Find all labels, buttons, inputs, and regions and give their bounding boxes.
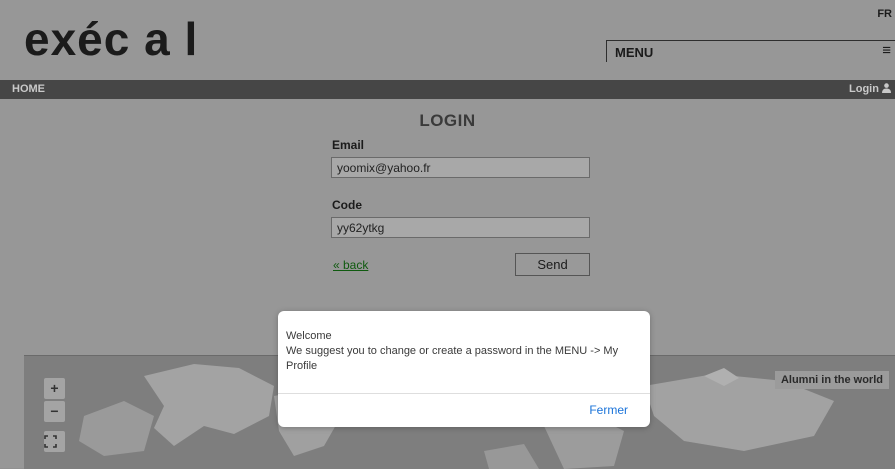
close-dialog-button[interactable]: Fermer <box>589 403 628 417</box>
dialog-line-welcome: Welcome <box>286 330 332 342</box>
page: exéc a l FR MENU ≡ HOME Login LOGIN Emai… <box>0 0 895 469</box>
dialog-message: Welcome We suggest you to change or crea… <box>286 329 642 374</box>
welcome-dialog: Welcome We suggest you to change or crea… <box>278 311 650 427</box>
dialog-line-suggestion: We suggest you to change or create a pas… <box>286 345 619 372</box>
dialog-divider <box>278 393 650 394</box>
